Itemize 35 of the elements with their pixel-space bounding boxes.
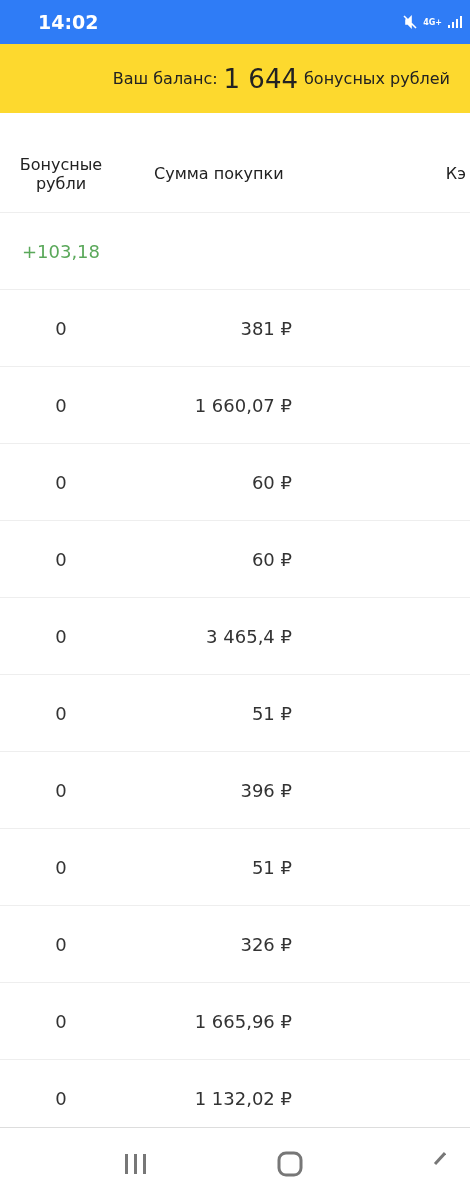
recent-apps-icon[interactable] — [124, 1153, 149, 1175]
table-cell: 326 ₽ — [240, 933, 292, 955]
network-label: 4G+ — [423, 17, 442, 27]
table-cell: 0 — [55, 625, 67, 647]
column-header: Бонусные рубли — [18, 154, 104, 193]
balance-amount: 1 644 — [223, 63, 298, 94]
table-cell: 0 — [55, 1087, 67, 1109]
table-cell: 0 — [55, 779, 67, 801]
balance-label: Ваш баланс: — [112, 69, 218, 88]
table-cell: 60 ₽ — [251, 548, 292, 570]
table-cell: 1 132,02 ₽ — [194, 1087, 292, 1109]
table-cell: 60 ₽ — [251, 471, 292, 493]
table-cell: 1 660,07 ₽ — [194, 394, 292, 416]
table-cell: 0 — [55, 856, 67, 878]
table-cell: 51 ₽ — [251, 702, 292, 724]
status-time: 14:02 — [38, 11, 99, 33]
balance-unit: бонусных рублей — [304, 69, 450, 88]
table-cell: 1 665,96 ₽ — [194, 1010, 292, 1032]
table-cell: 3 465,4 ₽ — [206, 625, 292, 647]
table-cell: 0 — [55, 702, 67, 724]
table-cell: +103,18 — [21, 240, 101, 262]
table-cell: 0 — [55, 548, 67, 570]
table-cell: 0 — [55, 317, 67, 339]
mute-icon — [403, 15, 418, 29]
table-cell: 0 — [55, 471, 67, 493]
home-icon[interactable] — [277, 1151, 303, 1177]
table-cell: 396 ₽ — [240, 779, 292, 801]
signal-icon — [448, 16, 462, 28]
table-cell: 381 ₽ — [240, 317, 292, 339]
table-cell: 0 — [55, 394, 67, 416]
table-cell: 51 ₽ — [251, 856, 292, 878]
column-header: Кэ — [445, 164, 466, 183]
table-cell: 0 — [55, 933, 67, 955]
column-header: Сумма покупки — [154, 164, 284, 183]
table-cell: 0 — [55, 1010, 67, 1032]
